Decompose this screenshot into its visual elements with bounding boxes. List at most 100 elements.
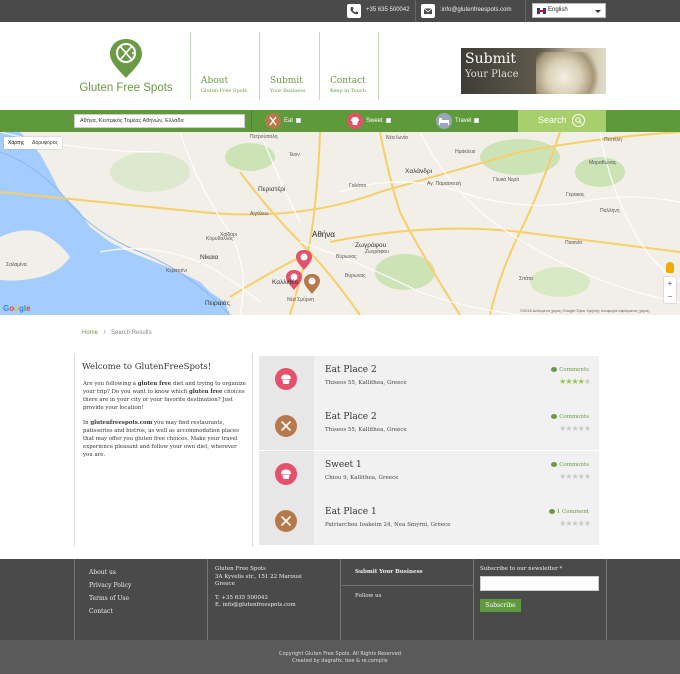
nav-about-sub: Gluten Free Spots — [201, 88, 248, 94]
footer-link-privacy[interactable]: Privacy Policy — [89, 582, 131, 589]
zoom-control[interactable]: + − — [664, 277, 676, 303]
result-title[interactable]: Eat Place 2 — [325, 365, 377, 375]
bed-icon — [436, 113, 452, 129]
map-label: Αιγάλεω — [250, 211, 269, 217]
site-logo[interactable]: Gluten Free Spots — [76, 36, 176, 96]
cutlery-icon — [275, 510, 297, 532]
map-type-satellite[interactable]: Δορυφόρος — [28, 137, 62, 149]
map-label: Κορυδαλλός — [206, 236, 234, 242]
map-label: Βύρωνας — [345, 273, 366, 279]
result-icon-box — [259, 498, 314, 545]
zoom-in-button[interactable]: + — [664, 277, 676, 290]
footer-email-link[interactable]: E. info@glutenfreespots.com — [215, 602, 302, 610]
result-item[interactable]: Eat Place 1 Patriarchou Ioakeim 24, Nea S… — [259, 498, 599, 545]
footer-link-contact[interactable]: Contact — [89, 608, 113, 615]
footer-submit-business[interactable]: Submit Your Business — [355, 569, 423, 575]
map-label: Πεντέλη — [604, 137, 622, 143]
map-label: Γαλάτσι — [349, 183, 367, 189]
envelope-icon — [421, 4, 435, 18]
map-label: Σπάτα — [519, 276, 533, 282]
result-title[interactable]: Eat Place 1 — [325, 507, 377, 517]
filter-eat-checkbox[interactable] — [296, 118, 301, 123]
credits-text: Created by dagrafix, bee & re.compile — [292, 658, 388, 664]
map-label: Κερατσίνι — [166, 268, 188, 274]
nav-contact[interactable]: Contact Keep in Touch — [330, 76, 366, 94]
phone-number: +35 635 500042 — [366, 7, 410, 13]
result-item[interactable]: Eat Place 2 Thiseos 55, Kallithea, Greece… — [259, 356, 599, 403]
result-rating: ★★★★★ — [559, 424, 591, 433]
map-label: Καλλιθέα — [272, 279, 299, 286]
breadcrumb: Home / Search Results — [82, 330, 152, 336]
map-canvas — [0, 132, 680, 315]
result-item[interactable]: Sweet 1 Chiou 9, Kallithea, Greece Comment… — [259, 451, 599, 498]
footer-link-about[interactable]: About us — [89, 569, 116, 576]
footer-company-info: Gluten Free Spots 3A Kyvelis str., 151 2… — [215, 566, 302, 610]
result-address: Chiou 9, Kallithea, Greece — [325, 475, 399, 481]
submit-place-banner[interactable]: Submit Your Place — [461, 48, 606, 94]
result-comments-link[interactable]: Comments — [551, 367, 589, 373]
map-label: Νέα Σμύρνη — [287, 297, 314, 303]
map-label: Αγ. Παρασκευή — [427, 181, 462, 187]
nav-about-title: About — [201, 76, 229, 86]
filter-sweet-checkbox[interactable] — [386, 118, 391, 123]
result-title[interactable]: Sweet 1 — [325, 460, 362, 470]
map-type-map[interactable]: Χάρτης — [4, 137, 28, 149]
copyright-bar: Copyright Gluten Free Spots. All Rights … — [0, 640, 680, 674]
result-title[interactable]: Eat Place 2 — [325, 412, 377, 422]
result-item[interactable]: Eat Place 2 Thiseos 55, Kallithea, Greece… — [259, 403, 599, 450]
nav-submit-title: Submit — [270, 76, 303, 86]
email-link[interactable]: :info@glutenfreespots.com — [440, 7, 511, 13]
brand-name: Gluten Free Spots — [79, 82, 173, 94]
language-select[interactable]: English — [532, 3, 606, 18]
map-label: Αθήνα — [312, 230, 335, 239]
result-address: Patriarchou Ioakeim 24, Nea Smyrni, Gree… — [325, 522, 451, 528]
search-button[interactable]: Search — [518, 110, 606, 132]
phone-icon — [347, 4, 361, 18]
result-icon-box — [259, 356, 314, 403]
comment-bubble-icon — [551, 414, 558, 419]
result-address: Thiseos 55, Kallithea, Greece — [325, 427, 407, 433]
search-button-label: Search — [538, 115, 567, 125]
star-icon: ★ — [583, 519, 591, 528]
welcome-paragraph-2: In glutenfreespots.com you may find rest… — [83, 420, 239, 458]
map-label: Νίκαια — [200, 254, 219, 261]
language-value: English — [548, 7, 568, 13]
breadcrumb-current: Search Results — [111, 330, 152, 336]
filter-sweet-label: Sweet — [366, 118, 383, 124]
welcome-panel: Welcome to GlutenFreeSpots! Are you foll… — [74, 353, 253, 547]
nav-contact-title: Contact — [330, 76, 366, 86]
map-label: Μαραθώνας — [589, 160, 617, 166]
welcome-title: Welcome to GlutenFreeSpots! — [82, 362, 212, 372]
nav-submit[interactable]: Submit Your Business — [270, 76, 305, 94]
star-icon: ★ — [583, 424, 591, 433]
subscribe-button[interactable]: Subscribe — [480, 599, 521, 612]
filter-travel-checkbox[interactable] — [474, 118, 479, 123]
top-bar: +35 635 500042 :info@glutenfreespots.com… — [0, 0, 680, 22]
cupcake-icon — [347, 113, 363, 129]
map-label: Βύρωνας — [336, 254, 357, 260]
result-comments-link[interactable]: Comments — [551, 414, 589, 420]
newsletter-email-input[interactable] — [480, 576, 599, 591]
map-label: Περιστέρι — [258, 186, 286, 193]
nav-about[interactable]: About Gluten Free Spots — [201, 76, 247, 94]
result-icon-box — [259, 451, 314, 498]
map[interactable]: Χάρτης Δορυφόρος Πετρούπολη Ίλιον Νέα Ιω… — [0, 132, 680, 315]
map-label: Ζωγράφου — [355, 242, 387, 249]
site-header: Gluten Free Spots About Gluten Free Spot… — [0, 22, 680, 110]
map-attribution: ©2016 Δεδομένα χάρτη Google Όροι Χρήσης … — [520, 308, 650, 313]
result-comments-link[interactable]: 1 Comment — [548, 509, 589, 515]
location-input[interactable]: Αθήνα, Κεντρικός Τομέας Αθηνών, Ελλάδα — [74, 114, 245, 128]
zoom-out-button[interactable]: − — [664, 290, 676, 303]
footer-link-terms[interactable]: Terms of Use — [89, 595, 129, 602]
banner-line1: Submit — [465, 51, 516, 67]
street-view-pegman-icon[interactable] — [666, 262, 674, 273]
result-rating: ★★★★★ — [559, 519, 591, 528]
result-comments-link[interactable]: Comments — [551, 462, 589, 468]
newsletter-label: Subscribe to our newsletter * — [480, 566, 563, 572]
nav-contact-sub: Keep in Touch — [330, 88, 366, 94]
map-type-control[interactable]: Χάρτης Δορυφόρος — [4, 137, 62, 149]
rice-image — [536, 52, 606, 94]
breadcrumb-home[interactable]: Home — [82, 330, 98, 336]
breadcrumb-sep: / — [103, 330, 106, 336]
cupcake-icon — [275, 463, 297, 485]
